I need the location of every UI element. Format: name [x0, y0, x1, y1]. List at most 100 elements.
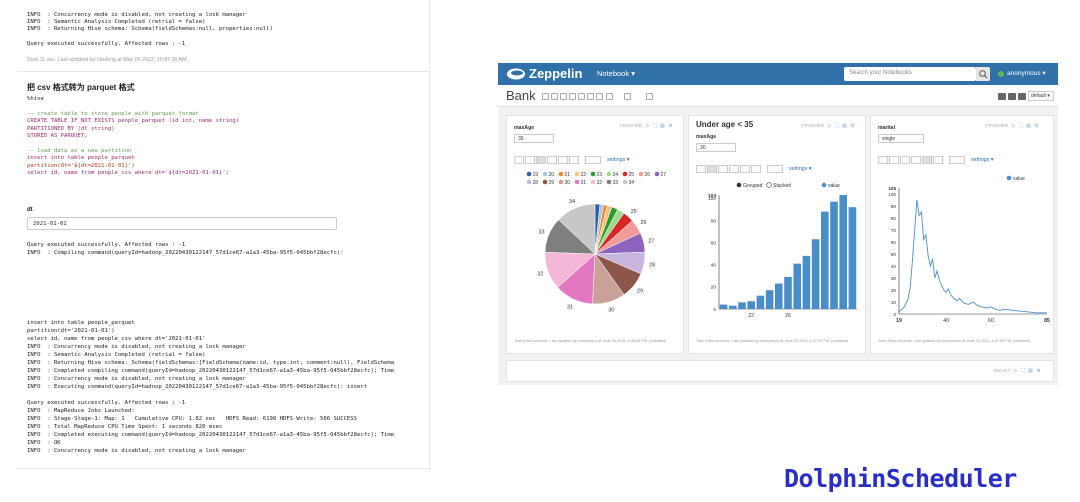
commit-icon[interactable]	[606, 93, 613, 100]
maxage-input[interactable]: 30	[696, 143, 736, 152]
maxage-label: maxAge	[514, 125, 535, 131]
log-line: INFO : Concurrency mode is disabled, not…	[27, 12, 246, 18]
download-icon[interactable]	[949, 156, 965, 164]
y-tick-label: 40	[711, 263, 717, 269]
interpreter-binding-select[interactable]: default ▾	[1028, 91, 1054, 101]
area-view-icon[interactable]	[547, 156, 557, 164]
log-line: Query executed successfully. Affected ro…	[27, 400, 186, 406]
download-icon[interactable]	[585, 156, 601, 164]
paragraph-controls-icon[interactable]: ▷ ⛶ ▤ ⚙	[1012, 123, 1040, 129]
search-button[interactable]	[976, 67, 990, 81]
legend-swatch	[542, 171, 548, 177]
y-tick-label: 10	[891, 300, 897, 305]
dt-input[interactable]: 2021-01-01	[27, 217, 337, 230]
x-tick-label: 22	[748, 313, 754, 319]
legend-swatch	[590, 179, 596, 185]
area-view-icon[interactable]	[729, 165, 739, 173]
bar-view-icon[interactable]	[889, 156, 899, 164]
legend-label: 22	[581, 172, 587, 178]
legend-label: value	[1013, 176, 1025, 182]
notebook-title[interactable]: Bank	[506, 88, 536, 103]
code-line: -- load data as a new partition	[27, 147, 132, 154]
marital-select[interactable]: single	[878, 134, 924, 143]
legend-swatch	[606, 171, 612, 177]
paragraph-footer: Took a few seconds. Last updated by anon…	[514, 339, 667, 343]
settings-toggle[interactable]: settings ▾	[607, 157, 629, 163]
code-line: partition(dt='${dt=2021-01-01}')	[27, 162, 135, 169]
table-view-icon[interactable]	[878, 156, 888, 164]
log-line: select id, name from people_csv where dt…	[27, 336, 206, 342]
toggle-output-icon[interactable]	[560, 93, 567, 100]
maxage-input[interactable]: 35	[514, 134, 554, 143]
bar	[719, 304, 728, 309]
paragraph-controls-icon[interactable]: ▷ ⛶ ▤ ⚙	[1014, 368, 1042, 374]
area-view-icon[interactable]	[911, 156, 921, 164]
top-paragraph-meta: Took 11 sec. Last updated by chufeng at …	[27, 57, 188, 63]
pie-view-icon[interactable]	[718, 165, 728, 173]
code-line: select id, name from people_csv where dt…	[27, 170, 230, 176]
export-icon[interactable]	[587, 93, 594, 100]
toggle-code-icon[interactable]	[551, 93, 558, 100]
zeppelin-brand[interactable]: Zeppelin	[529, 66, 582, 81]
bar-view-icon[interactable]	[525, 156, 535, 164]
legend-swatch	[821, 182, 827, 188]
bar-chart: Grouped Stacked value02040608010010322 26	[708, 182, 857, 319]
x-tick-label: 85	[1044, 318, 1050, 324]
line-view-icon[interactable]	[922, 156, 932, 164]
bar-view-icon[interactable]	[707, 165, 717, 173]
legend-swatch	[574, 179, 580, 185]
slice-label: 29	[637, 288, 643, 294]
y-tick-label: 60	[711, 240, 717, 246]
log-line: INFO : Concurrency mode is disabled, not…	[27, 376, 246, 382]
clone-icon[interactable]	[578, 93, 585, 100]
table-view-icon[interactable]	[514, 156, 524, 164]
run-all-icon[interactable]	[542, 93, 549, 100]
settings-toggle[interactable]: settings ▾	[971, 157, 993, 163]
user-menu[interactable]: anonymous ▾	[1007, 69, 1046, 77]
log-line: INFO : Semantic Analysis Completed (retr…	[27, 352, 206, 358]
settings-gear-icon[interactable]	[1008, 93, 1016, 100]
notebook-search-input[interactable]: Search your Notebooks	[844, 67, 976, 81]
table-view-icon[interactable]	[696, 165, 706, 173]
schedule-icon[interactable]	[646, 93, 653, 100]
log-line: INFO : Total MapReduce CPU Time Spent: 1…	[27, 424, 223, 430]
paragraph-controls-icon[interactable]: ▷ ⛶ ▤ ⚙	[828, 123, 856, 129]
notebook-header: Bank default ▾	[498, 85, 1058, 107]
line-view-icon[interactable]	[558, 156, 568, 164]
line-view-icon[interactable]	[740, 165, 750, 173]
legend-label: 33	[613, 180, 619, 186]
paragraph-empty: READY ▷ ⛶ ▤ ⚙	[506, 360, 1054, 382]
bar	[848, 207, 857, 309]
pie-chart: 19 20 21 22 23 24 25 26 2728 29 30 31 32 33 3425262728…	[526, 171, 666, 314]
y-tick-label: 80	[891, 216, 897, 221]
lock-icon[interactable]	[1018, 93, 1026, 100]
scatter-view-icon[interactable]	[569, 156, 579, 164]
scatter-view-icon[interactable]	[751, 165, 761, 173]
settings-toggle[interactable]: settings ▾	[789, 166, 811, 172]
legend-swatch	[558, 171, 564, 177]
keyboard-icon[interactable]	[998, 93, 1006, 100]
pie-view-icon[interactable]	[536, 156, 546, 164]
zeppelin-logo-icon	[507, 68, 525, 80]
slice-label: 34	[569, 199, 575, 205]
bar	[802, 255, 811, 309]
bar	[738, 302, 746, 309]
scatter-view-icon[interactable]	[933, 156, 943, 164]
paragraph-status: READY	[994, 369, 1011, 374]
legend-label: 30	[565, 180, 571, 186]
notebook-menu[interactable]: Notebook ▾	[597, 69, 635, 78]
slice-label: 27	[648, 238, 654, 244]
bar	[756, 295, 765, 309]
legend-swatch	[654, 171, 660, 177]
x-tick-label: 60	[988, 318, 994, 324]
version-icon[interactable]	[596, 93, 603, 100]
delete-icon[interactable]	[624, 93, 631, 100]
download-icon[interactable]	[767, 165, 783, 173]
slice-label: 32	[537, 272, 543, 278]
pie-view-icon[interactable]	[900, 156, 910, 164]
paragraph-controls-icon[interactable]: ▷ ⛶ ▤ ⚙	[646, 123, 674, 129]
clear-output-icon[interactable]	[569, 93, 576, 100]
legend-swatch	[1006, 175, 1012, 181]
y-tick-label: 20	[711, 285, 717, 291]
bar	[830, 201, 838, 309]
